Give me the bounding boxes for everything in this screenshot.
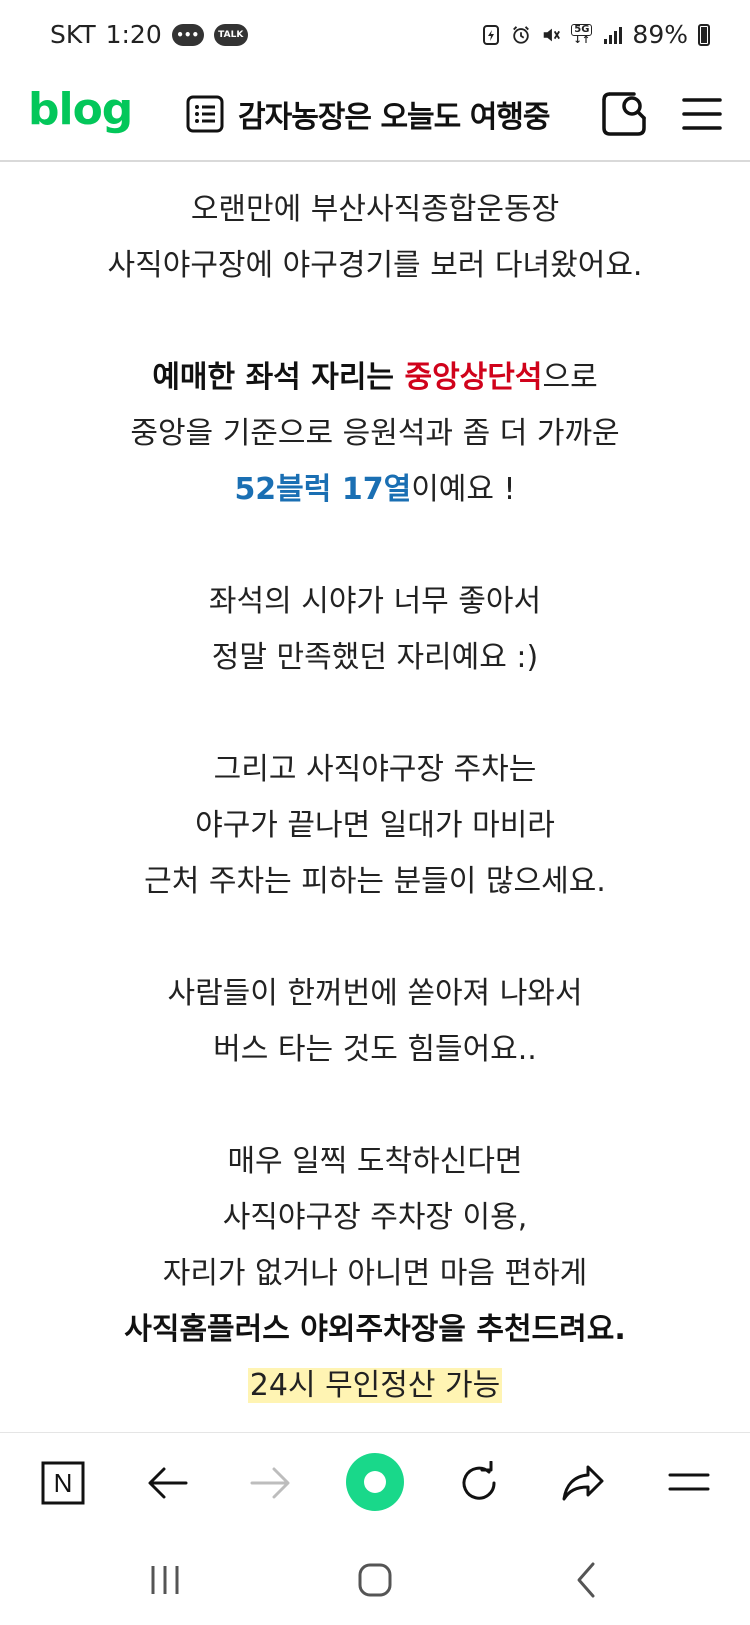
blog-title: 감자농장은 오늘도 여행중	[238, 100, 550, 135]
text-line: 좌석의 시야가 너무 좋아서	[208, 584, 542, 619]
home-nav-icon[interactable]	[355, 1560, 395, 1600]
paragraph-seat: 예매한 좌석 자리는 중앙상단석으로 중앙을 기준으로 응원석과 좀 더 가까운…	[0, 350, 750, 518]
more-menu-button[interactable]	[664, 1458, 714, 1508]
text-line: 야구가 끝나면 일대가 마비라	[195, 808, 555, 843]
text-line: 사직야구장에 야구경기를 보러 다녀왔어요.	[107, 248, 643, 283]
text-line: 매우 일찍 도착하신다면	[227, 1144, 523, 1179]
naver-n-icon: N	[41, 1461, 85, 1505]
seat-block-tail: 이예요 !	[411, 472, 516, 507]
status-right: 5G ↓↑ 89%	[481, 20, 710, 49]
text-line: 52블럭 17열이예요 !	[0, 462, 750, 518]
text-line: 정말 만족했던 자리예요 :)	[211, 640, 539, 675]
text-line: 그리고 사직야구장 주차는	[213, 752, 537, 787]
post-list-icon	[186, 95, 224, 133]
arrow-left-icon	[148, 1467, 188, 1499]
blog-title-area[interactable]: 감자농장은 오늘도 여행중	[186, 92, 550, 136]
text-line: 중앙을 기준으로 응원석과 좀 더 가까운	[130, 416, 620, 451]
blog-logo[interactable]: blog	[28, 84, 133, 135]
text-line: 오랜만에 부산사직종합운동장	[190, 192, 560, 227]
naver-home-button[interactable]: N	[38, 1458, 88, 1508]
browser-toolbar: N	[0, 1432, 750, 1533]
text-line: 사직야구장 주차장 이용,	[222, 1200, 528, 1235]
status-bar: SKT 1:20 ••• TALK 5G ↓↑ 89%	[0, 0, 750, 70]
text-line: 버스 타는 것도 힘들어요..	[213, 1032, 537, 1067]
refresh-icon	[462, 1461, 496, 1500]
paragraph-crowd: 사람들이 한꺼번에 쏟아져 나와서 버스 타는 것도 힘들어요..	[0, 966, 750, 1078]
seat-red-text: 중앙상단석	[404, 360, 543, 395]
share-icon	[562, 1465, 604, 1501]
clock-label: 1:20	[105, 20, 162, 49]
text-line: 24시 무인정산 가능	[0, 1358, 750, 1414]
recent-apps-icon[interactable]	[145, 1560, 185, 1600]
paragraph-view: 좌석의 시야가 너무 좋아서 정말 만족했던 자리예요 :)	[0, 574, 750, 686]
blog-header: blog 감자농장은 오늘도 여행중	[0, 70, 750, 162]
signal-icon	[604, 26, 623, 44]
forward-button[interactable]	[245, 1458, 295, 1508]
green-home-button[interactable]	[346, 1453, 404, 1511]
status-left: SKT 1:20 ••• TALK	[50, 20, 248, 49]
battery-icon	[698, 23, 710, 46]
recommend-bold-line: 사직홈플러스 야외주차장을 추천드려요.	[124, 1312, 626, 1347]
paragraph-intro: 오랜만에 부산사직종합운동장 사직야구장에 야구경기를 보러 다녀왔어요.	[0, 182, 750, 294]
arrow-right-icon	[250, 1467, 290, 1499]
blog-search-icon[interactable]	[598, 88, 650, 140]
seat-block-text: 52블럭 17열	[234, 472, 412, 507]
back-button[interactable]	[143, 1458, 193, 1508]
text-line: 근처 주차는 피하는 분들이 많으세요.	[144, 864, 606, 899]
paragraph-parking: 그리고 사직야구장 주차는 야구가 끝나면 일대가 마비라 근처 주차는 피하는…	[0, 742, 750, 910]
seat-bold-text: 예매한 좌석 자리는	[152, 360, 405, 395]
post-body: 오랜만에 부산사직종합운동장 사직야구장에 야구경기를 보러 다녀왔어요. 예매…	[0, 182, 750, 1432]
carrier-label: SKT	[50, 20, 96, 49]
n-letter: N	[54, 1468, 73, 1498]
text-line: 예매한 좌석 자리는 중앙상단석으로	[0, 350, 750, 406]
menu-icon[interactable]	[676, 88, 728, 140]
power-saving-icon	[483, 24, 500, 45]
back-nav-icon[interactable]	[567, 1560, 607, 1600]
seat-tail-text: 으로	[542, 360, 598, 395]
share-button[interactable]	[558, 1458, 608, 1508]
text-line: 자리가 없거나 아니면 마음 편하게	[162, 1256, 588, 1291]
highlight-text: 24시 무인정산 가능	[247, 1368, 503, 1403]
network-5g-icon: 5G ↓↑	[571, 23, 593, 46]
hamburger-icon	[668, 1473, 710, 1491]
kakaotalk-icon: TALK	[213, 23, 248, 46]
green-dot-icon	[364, 1471, 386, 1493]
refresh-button[interactable]	[454, 1458, 504, 1508]
paragraph-recommend: 매우 일찍 도착하신다면 사직야구장 주차장 이용, 자리가 없거나 아니면 마…	[0, 1134, 750, 1414]
system-navigation-bar	[0, 1532, 750, 1625]
chat-bubble-icon: •••	[171, 23, 204, 46]
alarm-icon	[513, 25, 530, 44]
battery-percent: 89%	[632, 20, 688, 49]
text-line: 사람들이 한꺼번에 쏟아져 나와서	[167, 976, 583, 1011]
mute-icon	[543, 28, 561, 41]
